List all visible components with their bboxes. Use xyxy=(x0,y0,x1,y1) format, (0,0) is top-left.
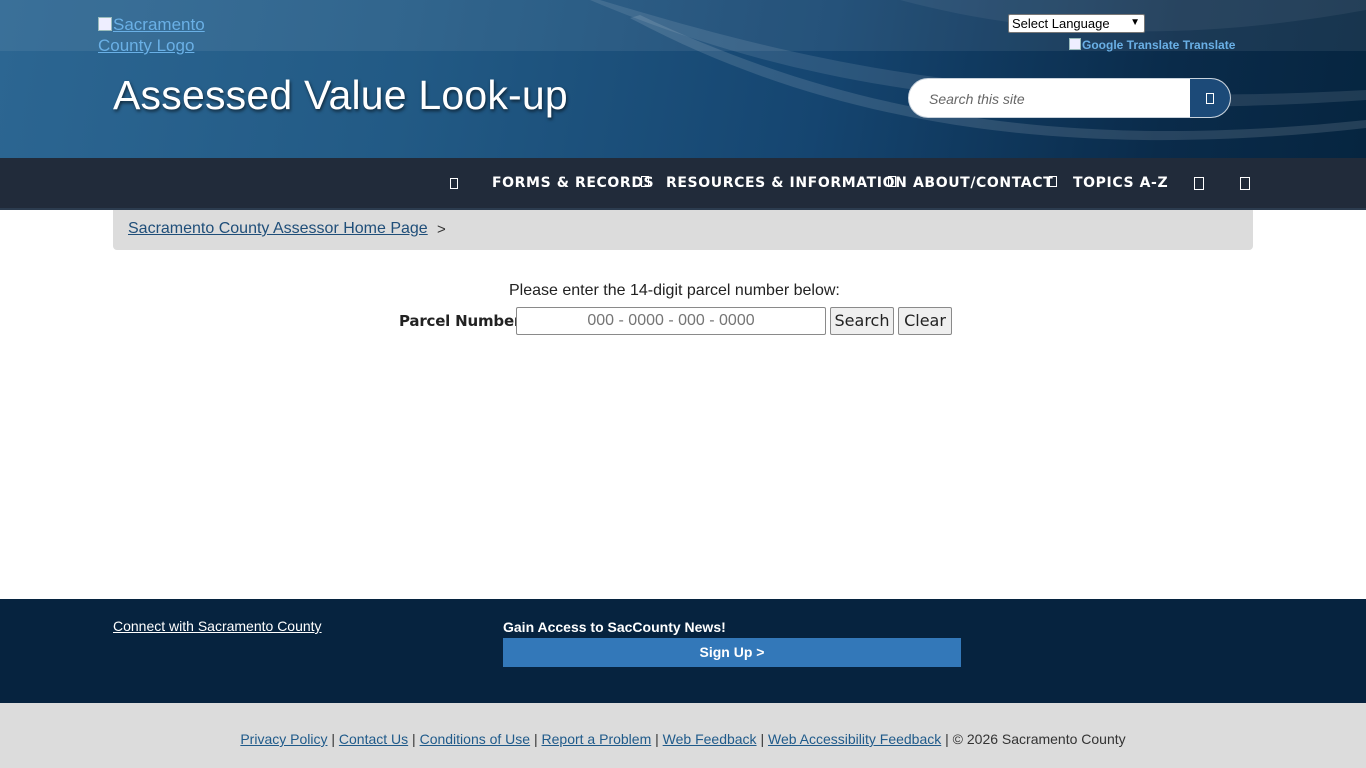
breadcrumb: Sacramento County Assessor Home Page > xyxy=(113,210,1253,250)
chevron-down-icon xyxy=(888,176,896,187)
menu-icon[interactable] xyxy=(1240,177,1250,190)
nav-item-resources-information[interactable]: RESOURCES & INFORMATION xyxy=(666,175,907,191)
language-select[interactable]: Select Language ▼ xyxy=(1008,14,1145,33)
parcel-number-label: Parcel Number: xyxy=(399,312,527,330)
county-logo-link[interactable]: Sacramento County Logo xyxy=(98,14,228,56)
privacy-policy-link[interactable]: Privacy Policy xyxy=(240,731,327,747)
search-icon[interactable] xyxy=(1194,177,1204,190)
footer-separator: | xyxy=(655,731,659,747)
nav-item-topics-a-z[interactable]: TOPICS A-Z xyxy=(1073,175,1168,191)
broken-image-icon xyxy=(1069,38,1081,50)
site-search: Search this site xyxy=(908,78,1231,118)
google-translate-alt: Google Translate xyxy=(1082,38,1180,52)
web-feedback-link[interactable]: Web Feedback xyxy=(663,731,757,747)
chevron-down-icon xyxy=(641,176,649,187)
nav-item-about-contact[interactable]: ABOUT/CONTACT xyxy=(913,175,1053,191)
nav-item-forms-records[interactable]: FORMS & RECORDS xyxy=(492,175,654,191)
news-heading: Gain Access to SacCounty News! xyxy=(503,619,726,635)
broken-image-icon xyxy=(98,17,112,31)
sign-up-button[interactable]: Sign Up > xyxy=(503,638,961,667)
parcel-prompt: Please enter the 14-digit parcel number … xyxy=(509,282,840,299)
site-search-button[interactable] xyxy=(1190,79,1230,117)
contact-us-link[interactable]: Contact Us xyxy=(339,731,408,747)
conditions-of-use-link[interactable]: Conditions of Use xyxy=(420,731,531,747)
copyright: © 2026 Sacramento County xyxy=(952,731,1126,747)
breadcrumb-assessor-home-link[interactable]: Sacramento County Assessor Home Page xyxy=(128,220,428,238)
google-translate-link[interactable]: Google Translate Translate xyxy=(1069,38,1235,52)
main-navigation: FORMS & RECORDS RESOURCES & INFORMATION … xyxy=(0,158,1366,210)
home-icon[interactable] xyxy=(450,178,458,189)
footer-separator: | xyxy=(331,731,336,747)
site-header: Sacramento County Logo Assessed Value Lo… xyxy=(0,0,1366,158)
footer-separator: | xyxy=(412,731,416,747)
footer-legal-bar: Privacy Policy | Contact Us | Conditions… xyxy=(0,703,1366,768)
parcel-number-input[interactable]: 000 - 0000 - 000 - 0000 xyxy=(516,307,826,335)
site-footer: Connect with Sacramento County Gain Acce… xyxy=(0,599,1366,703)
logo-alt-text: Sacramento County Logo xyxy=(98,15,205,55)
clear-button[interactable]: Clear xyxy=(898,307,952,335)
footer-links: Privacy Policy | Contact Us | Conditions… xyxy=(0,731,1366,747)
footer-separator: | xyxy=(760,731,765,747)
connect-with-county-link[interactable]: Connect with Sacramento County xyxy=(113,618,322,634)
footer-separator: | xyxy=(533,731,538,747)
search-button[interactable]: Search xyxy=(830,307,894,335)
site-search-input[interactable]: Search this site xyxy=(929,91,1025,107)
footer-separator: | xyxy=(945,731,949,747)
page-title: Assessed Value Look-up xyxy=(113,72,568,118)
translate-label: Translate xyxy=(1182,38,1236,52)
chevron-down-icon xyxy=(1049,176,1057,187)
language-select-value: Select Language xyxy=(1012,16,1110,31)
report-a-problem-link[interactable]: Report a Problem xyxy=(542,731,652,747)
chevron-down-icon: ▼ xyxy=(1130,17,1140,28)
web-accessibility-feedback-link[interactable]: Web Accessibility Feedback xyxy=(768,731,941,747)
breadcrumb-separator: > xyxy=(437,221,446,238)
search-icon xyxy=(1206,93,1214,104)
